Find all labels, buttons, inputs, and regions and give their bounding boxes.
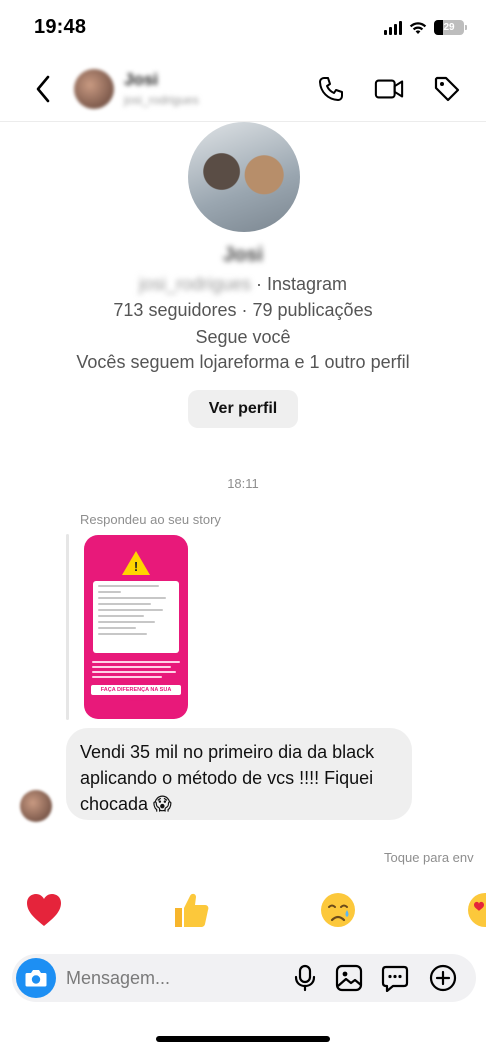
contact-name[interactable]: Josi (124, 70, 158, 90)
video-camera-icon (374, 79, 404, 99)
status-time: 19:48 (34, 16, 87, 38)
follows-you-label: Segue você (195, 327, 291, 347)
reply-indicator-line (66, 534, 69, 720)
mutual-follows: Vocês seguem lojareforma e 1 outro perfi… (76, 352, 410, 372)
story-banner: FAÇA DIFERENÇA NA SUA LOJA!!! (91, 685, 181, 703)
video-call-button[interactable] (374, 74, 404, 104)
battery-icon: 29 (434, 20, 467, 35)
camera-icon (25, 970, 47, 987)
profile-name: Josi (222, 244, 264, 266)
signal-icon (384, 20, 402, 35)
tag-icon (434, 76, 460, 102)
story-preview[interactable]: ! FAÇA DIFERENÇA NA SUA LOJA!!! (84, 535, 188, 719)
image-icon (335, 964, 363, 992)
message-composer (12, 954, 476, 1002)
message-input[interactable] (66, 966, 286, 990)
message-bubble[interactable]: Vendi 35 mil no primeiro dia da black ap… (66, 728, 412, 820)
more-options-button[interactable] (428, 963, 458, 993)
thumbs-up-icon (175, 893, 209, 927)
crying-face-icon (321, 893, 355, 927)
view-profile-button[interactable]: Ver perfil (188, 390, 298, 428)
status-bar: 19:48 29 (0, 0, 486, 56)
chat-bubble-icon (381, 965, 409, 992)
camera-button[interactable] (16, 958, 56, 998)
battery-level: 29 (443, 22, 455, 33)
reaction-heart-eyes[interactable] (466, 888, 486, 932)
call-button[interactable] (316, 74, 346, 104)
tap-to-send-hint[interactable]: Toque para env (384, 850, 474, 865)
sender-avatar[interactable] (20, 790, 52, 822)
phone-icon (319, 77, 343, 101)
plus-circle-icon (429, 964, 457, 992)
home-indicator[interactable] (156, 1036, 330, 1042)
gallery-button[interactable] (334, 963, 364, 993)
story-reply-label: Respondeu ao seu story (80, 512, 221, 527)
wifi-icon (409, 21, 427, 34)
heart-icon (27, 894, 61, 926)
microphone-icon (294, 964, 316, 992)
profile-handle-line: josi_rodrigues · Instagram (0, 274, 486, 295)
back-button[interactable] (28, 72, 58, 106)
profile-stats: 713 seguidores · 79 publicações (113, 300, 373, 320)
story-screenshot (93, 581, 179, 653)
sticker-button[interactable] (380, 963, 410, 993)
profile-photo[interactable] (188, 122, 300, 232)
chevron-left-icon (36, 75, 50, 103)
heart-eyes-face-icon (468, 893, 486, 927)
contact-username[interactable]: josi_rodrigues (124, 93, 199, 107)
voice-button[interactable] (290, 963, 320, 993)
story-text (92, 661, 180, 681)
profile-handle: josi_rodrigues (138, 274, 251, 294)
reaction-thumbs-up[interactable] (170, 888, 212, 932)
message-timestamp: 18:11 (227, 476, 259, 491)
reaction-heart[interactable] (24, 888, 64, 932)
tag-button[interactable] (432, 74, 462, 104)
contact-avatar[interactable] (74, 69, 114, 109)
chat-header: Josi josi_rodrigues (0, 56, 486, 122)
profile-platform: · Instagram (256, 274, 348, 294)
reaction-crying[interactable] (318, 888, 358, 932)
status-icons: 29 (384, 20, 467, 35)
